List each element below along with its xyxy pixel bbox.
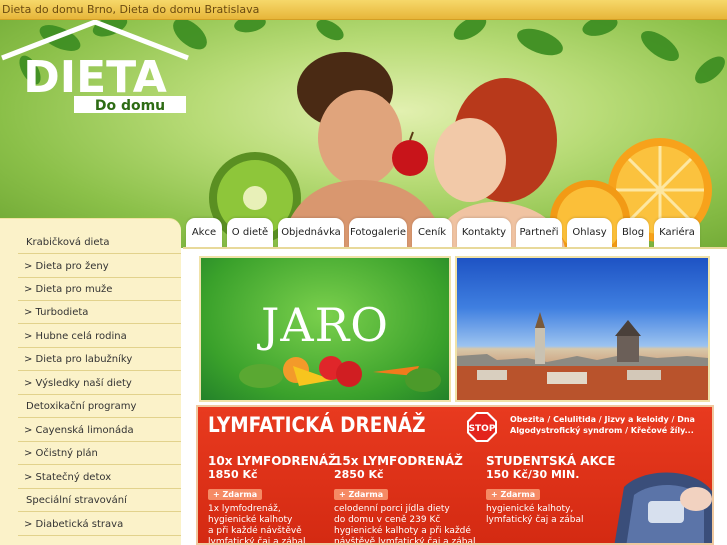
sidebar-item-hubne-cela-rodina[interactable]: > Hubne celá rodina (18, 325, 181, 348)
tab-o-diete[interactable]: O dietě (227, 218, 273, 248)
offer-15x-free-badge: + Zdarma (334, 489, 389, 500)
header-banner: DIETA Do domu (0, 20, 727, 248)
sidebar-item-vysledky-nasi-diety[interactable]: > Výsledky naší diety (18, 372, 181, 395)
tab-kontakty[interactable]: Kontakty (457, 218, 511, 248)
lymph-title: LYMFATICKÁ DRENÁŽ (208, 413, 426, 437)
drainage-device-illustration (614, 472, 712, 543)
offer-student-text: hygienické kalhoty, lymfatický čaj a záb… (486, 504, 584, 525)
site-title: Dieta do domu Brno, Dieta do domu Bratis… (2, 3, 260, 16)
tab-akce[interactable]: Akce (186, 218, 222, 248)
jaro-promo[interactable]: JARO (199, 256, 451, 402)
offer-student-free-badge: + Zdarma (486, 489, 541, 500)
city-skyline (457, 312, 708, 400)
offer-10x-text: 1x lymfodrenáž, hygienické kalhoty a při… (208, 504, 306, 545)
sidebar-item-krabickova-dieta[interactable]: Krabičková dieta (18, 231, 181, 254)
tab-cenik[interactable]: Ceník (412, 218, 452, 248)
sidebar-item-specialni-stravovani[interactable]: Speciální stravování (18, 489, 181, 512)
offer-10x: 10x LYMFODRENÁŽ 1850 Kč + Zdarma 1x lymf… (208, 454, 338, 545)
stop-sign-text: STOP (469, 424, 496, 434)
offer-15x: 15x LYMFODRENÁŽ 2850 Kč + Zdarma celoden… (334, 454, 484, 545)
offer-15x-head: 15x LYMFODRENÁŽ (334, 454, 463, 468)
offer-10x-price: 1850 Kč (208, 468, 258, 481)
offer-student-price: 150 Kč/30 MIN. (486, 468, 580, 481)
lymph-drainage-banner[interactable]: LYMFATICKÁ DRENÁŽ STOP Obezita / Celulit… (196, 405, 714, 545)
sidebar-item-ocistny-plan[interactable]: > Očistný plán (18, 442, 181, 465)
tab-objednavka[interactable]: Objednávka (278, 218, 344, 248)
city-photo[interactable] (455, 256, 710, 402)
sidebar-item-dieta-pro-labizniky[interactable]: > Dieta pro labužníky (18, 348, 181, 371)
vegetables-illustration (239, 356, 441, 392)
lymph-conditions: Obezita / Celulitida / Jizvy a keloidy /… (510, 414, 710, 436)
offer-15x-price: 2850 Kč (334, 468, 384, 481)
tab-kariera[interactable]: Kariéra (654, 218, 700, 248)
page: Dieta do domu Brno, Dieta do domu Bratis… (0, 0, 727, 545)
dieta-logo: DIETA Do domu (1, 20, 189, 114)
logo-sub-text: Do domu (95, 98, 165, 114)
logo-main-text: DIETA (23, 52, 167, 103)
offer-student: STUDENTSKÁ AKCE 150 Kč/30 MIN. + Zdarma … (486, 454, 616, 526)
stop-sign-icon: STOP (467, 412, 497, 442)
sidebar-item-cayenska-limonada[interactable]: > Cayenská limonáda (18, 419, 181, 442)
tab-ohlasy[interactable]: Ohlasy (567, 218, 612, 248)
tab-partneri[interactable]: Partneři (516, 218, 562, 248)
lymph-conditions-text: Obezita / Celulitida / Jizvy a keloidy /… (510, 415, 695, 435)
top-strip: Dieta do domu Brno, Dieta do domu Bratis… (0, 0, 727, 20)
offer-10x-free-badge: + Zdarma (208, 489, 263, 500)
tab-fotogalerie[interactable]: Fotogalerie (349, 218, 407, 248)
sidebar-item-diabeticka-strava[interactable]: > Diabetická strava (18, 513, 181, 536)
sidebar-item-dieta-pro-zeny[interactable]: > Dieta pro ženy (18, 255, 181, 278)
sidebar-item-statecny-detox[interactable]: > Statečný detox (18, 466, 181, 489)
offer-15x-text: celodenní porci jídla diety do domu v ce… (334, 504, 476, 545)
sidebar: Krabičková dieta > Dieta pro ženy > Diet… (0, 218, 181, 545)
offer-student-head: STUDENTSKÁ AKCE (486, 454, 616, 468)
tab-blog[interactable]: Blog (617, 218, 649, 248)
sidebar-item-turbodieta[interactable]: > Turbodieta (18, 301, 181, 324)
sidebar-item-detoxikacni-programy[interactable]: Detoxikační programy (18, 395, 181, 418)
offer-10x-head: 10x LYMFODRENÁŽ (208, 454, 337, 468)
apple-shape (392, 140, 428, 176)
nav-divider (183, 247, 727, 249)
sidebar-item-dieta-pro-muze[interactable]: > Dieta pro muže (18, 278, 181, 301)
